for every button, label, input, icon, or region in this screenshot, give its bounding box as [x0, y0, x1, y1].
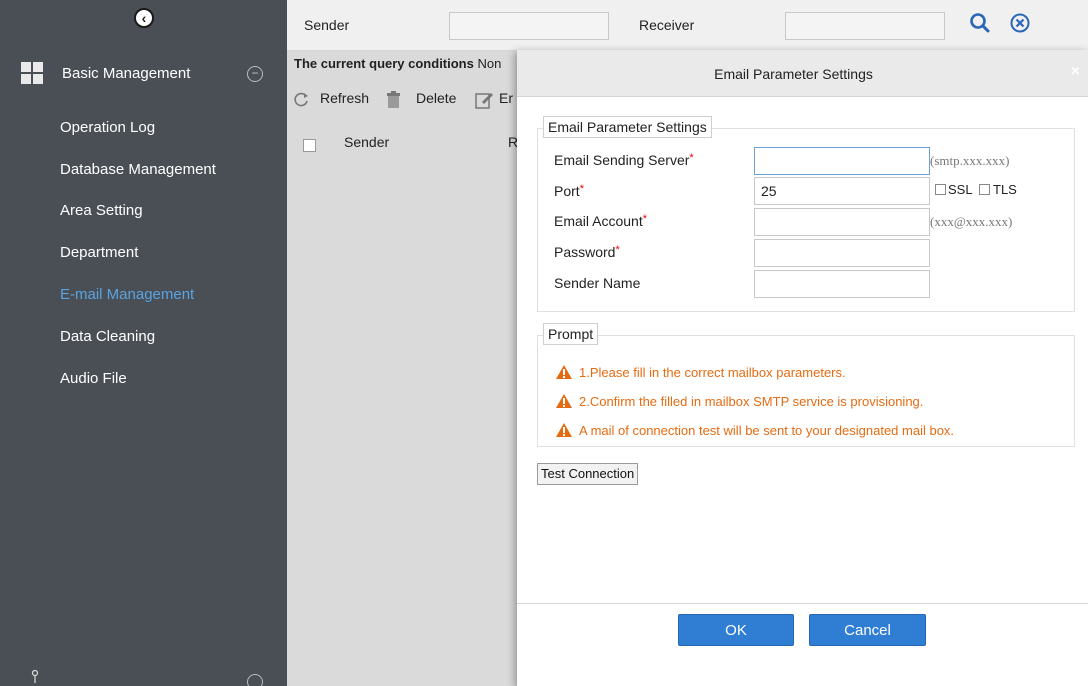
collapse-module-icon[interactable]: − [247, 66, 263, 82]
collapse-module-icon[interactable] [247, 674, 263, 686]
password-label: Password* [554, 244, 620, 260]
sender-search-input[interactable] [449, 12, 609, 40]
server-hint: (smtp.xxx.xxx) [930, 153, 1010, 168]
sidebar-item-audio-file[interactable]: Audio File [60, 370, 127, 387]
prompt-line-3: A mail of connection test will be sent t… [579, 423, 955, 438]
dialog-header: Email Parameter Settings × [517, 50, 1088, 97]
port-input[interactable] [754, 177, 930, 205]
receiver-search-input[interactable] [785, 12, 945, 40]
sender-search-label: Sender [304, 17, 350, 33]
receiver-search-label: Receiver [639, 17, 695, 33]
module-title[interactable]: Basic Management [62, 65, 190, 82]
dialog-title: Email Parameter Settings [714, 66, 873, 82]
search-icon[interactable] [967, 10, 993, 36]
warning-icon [555, 422, 573, 438]
refresh-button[interactable]: Refresh [320, 90, 369, 106]
module-icon [30, 669, 40, 684]
sender-name-input[interactable] [754, 270, 930, 298]
parameter-section-title: Email Parameter Settings [543, 116, 712, 138]
grid-icon [21, 62, 43, 84]
server-input[interactable] [754, 147, 930, 175]
port-label: Port* [554, 183, 584, 199]
account-hint: (xxx@xxx.xxx) [930, 214, 1013, 229]
refresh-icon[interactable] [292, 91, 310, 112]
dialog-footer-divider [517, 603, 1088, 604]
sender-name-label: Sender Name [554, 275, 641, 291]
sidebar-item-database-management[interactable]: Database Management [60, 161, 216, 178]
clear-search-icon[interactable] [1009, 12, 1031, 34]
select-all-checkbox[interactable] [303, 139, 316, 152]
delete-button[interactable]: Delete [416, 90, 456, 106]
tls-checkbox[interactable] [979, 184, 990, 195]
sidebar-bottom-module[interactable] [0, 668, 287, 686]
account-label: Email Account* [554, 213, 647, 229]
query-conditions: The current query conditions Non [294, 56, 501, 71]
ssl-label: SSL [948, 182, 973, 197]
query-conditions-value: Non [477, 56, 502, 71]
test-connection-button[interactable]: Test Connection [537, 463, 639, 485]
query-conditions-label: The current query conditions [294, 56, 474, 71]
server-label: Email Sending Server* [554, 152, 694, 168]
sidebar-item-data-cleaning[interactable]: Data Cleaning [60, 328, 155, 345]
search-bar: Sender Receiver [287, 0, 1088, 51]
sidebar-item-operation-log[interactable]: Operation Log [60, 119, 155, 136]
column-header-sender[interactable]: Sender [344, 134, 389, 150]
chevron-left-circle-icon[interactable]: ‹ [134, 8, 154, 28]
prompt-line-1: 1.Please fill in the correct mailbox par… [579, 365, 846, 380]
prompt-section-title: Prompt [543, 323, 599, 345]
account-input[interactable] [754, 208, 930, 236]
ssl-checkbox[interactable] [935, 184, 946, 195]
sidebar: ‹ Basic Management − Operation Log Datab… [0, 0, 287, 686]
prompt-line-2: 2.Confirm the filled in mailbox SMTP ser… [579, 394, 924, 409]
password-input[interactable] [754, 239, 930, 267]
delete-icon[interactable] [384, 90, 404, 113]
email-settings-button[interactable]: Er [499, 90, 513, 106]
warning-icon [555, 364, 573, 380]
tls-label: TLS [993, 182, 1017, 197]
sidebar-item-area-setting[interactable]: Area Setting [60, 202, 143, 219]
sidebar-item-department[interactable]: Department [60, 244, 138, 261]
sidebar-item-email-management[interactable]: E-mail Management [60, 286, 194, 303]
cancel-button[interactable]: Cancel [809, 614, 926, 646]
close-icon[interactable]: × [1071, 63, 1080, 81]
ok-button[interactable]: OK [678, 614, 794, 646]
edit-icon[interactable] [474, 90, 494, 113]
warning-icon [555, 393, 573, 409]
